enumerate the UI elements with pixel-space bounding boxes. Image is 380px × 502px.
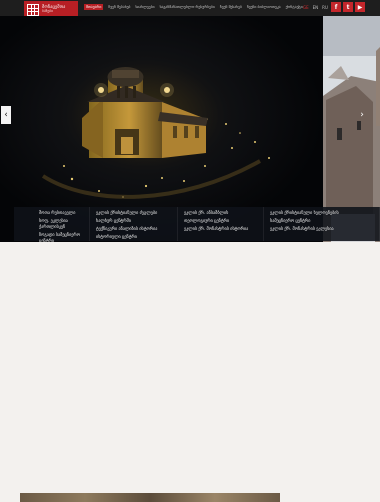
nav-item-contact[interactable]: ქონტაქტი bbox=[286, 5, 303, 10]
facebook-icon[interactable]: f bbox=[331, 2, 341, 12]
card-line: ტექნიკური ანალიზის ისტორია bbox=[96, 226, 158, 232]
language-ru[interactable]: RU bbox=[322, 5, 328, 10]
site-header: მონაცემთა ბაზები მთავარი ჩვენ შესახებ სი… bbox=[0, 0, 380, 19]
youtube-icon[interactable]: ▶ bbox=[355, 2, 365, 12]
nav-item-about[interactable]: ჩვენ შესახებ bbox=[108, 5, 130, 10]
card-line: ეკლის ქრ. მონასტრის ეკლესია bbox=[270, 226, 334, 232]
nav-item-library[interactable]: ჩვენი ბიბლიოთეკა bbox=[247, 5, 281, 10]
logo-emblem-icon bbox=[27, 4, 39, 16]
nav-item-home[interactable]: მთავარი bbox=[84, 4, 104, 10]
card-line: ხალხურ ცენტრში bbox=[96, 218, 131, 224]
logo-text: მონაცემთა ბაზები bbox=[42, 5, 65, 14]
language-en[interactable]: EN bbox=[313, 5, 319, 10]
logo-line-2: ბაზები bbox=[42, 9, 54, 14]
language-switcher: GE EN RU bbox=[303, 5, 328, 10]
card-line: ეკლის ქრ. ანსამბლის bbox=[184, 210, 229, 215]
twitter-icon[interactable]: t bbox=[343, 2, 353, 12]
nav-item-about-2[interactable]: ჩვენ შესახებ bbox=[220, 5, 242, 10]
feature-card[interactable]: შოთა რუსთაველი სოფ. ეკლესია ქართლისკენ ზ… bbox=[14, 207, 90, 243]
main-nav: მთავარი ჩვენ შესახებ სიახლეები საგანმანა… bbox=[84, 4, 303, 10]
content-section bbox=[0, 242, 380, 502]
nav-item-news[interactable]: სიახლეები bbox=[135, 5, 154, 10]
card-line: ისტორიული ცენტრი bbox=[96, 234, 137, 240]
card-line: სამეცნიერო ცენტრი bbox=[270, 218, 311, 224]
card-line: სოფ. ეკლესია ქართლისკენ bbox=[39, 218, 68, 230]
feature-card[interactable]: ეკლის ქრისტიანული ხელოვნების სამეცნიერო … bbox=[264, 207, 380, 241]
nav-item-education[interactable]: საგანმანათლებლო რესურსები bbox=[160, 5, 215, 10]
slider-prev-button[interactable]: ‹ bbox=[1, 106, 11, 124]
manuscript-image bbox=[20, 493, 280, 502]
social-links: f t ▶ bbox=[331, 2, 365, 12]
feature-cards: შოთა რუსთაველი სოფ. ეკლესია ქართლისკენ ზ… bbox=[14, 207, 380, 243]
feature-card[interactable]: ეკლის ქრისტიანული ძეგლები ხალხურ ცენტრში… bbox=[90, 207, 178, 241]
card-line: ეკლის ქრისტიანული ძეგლები bbox=[96, 210, 158, 215]
language-ge[interactable]: GE bbox=[303, 5, 309, 10]
feature-card[interactable]: ეკლის ქრ. ანსამბლის თეოლოგიური ცენტრი ეკ… bbox=[178, 207, 264, 241]
card-line: შოთა რუსთაველი bbox=[39, 210, 76, 215]
card-line: ეკლის ქრისტიანული ხელოვნების bbox=[270, 210, 339, 215]
slider-next-button[interactable]: › bbox=[357, 106, 367, 124]
card-line: თეოლოგიური ცენტრი bbox=[184, 218, 230, 224]
card-line: ეკლის ქრ. მონასტრის ისტორია bbox=[184, 226, 249, 232]
